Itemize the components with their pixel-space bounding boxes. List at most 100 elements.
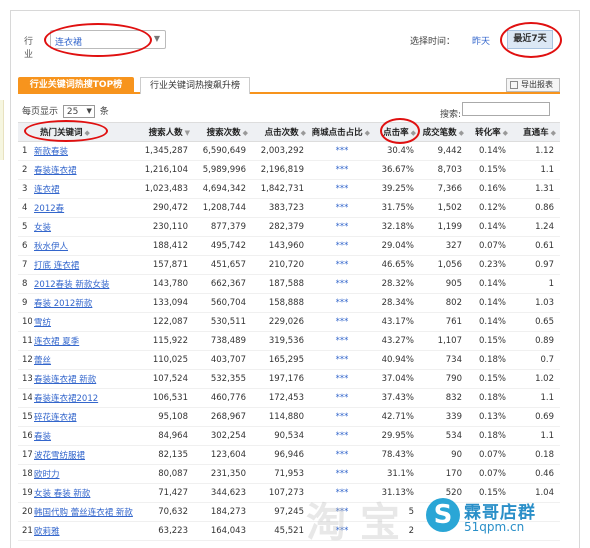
row-keyword-link[interactable]: 2012春装 新款女装 [32, 274, 138, 294]
row-keyword-link[interactable]: 春装连衣裙2012 [32, 388, 138, 408]
row-keyword-link[interactable]: 连衣裙 [32, 179, 138, 199]
col-keyword[interactable]: 热门关键词 ◆ [32, 122, 138, 142]
table-row: 11 连衣裙 夏季 115,922 738,489 319,536 *** 43.27% 1,… [18, 331, 560, 351]
row-click-times: 2,003,292 [252, 141, 310, 161]
row-keyword-link[interactable]: 2012春 [32, 198, 138, 218]
tab-hot-rising[interactable]: 行业关键词热搜飙升榜 [140, 77, 250, 94]
row-index: 3 [18, 179, 32, 199]
table-header-row: 热门关键词 ◆ 搜索人数 ▼ 搜索次数 ◆ 点击次数 ◆ 商城点击占比 ◆ 点击率 ◆ 成交… [18, 122, 560, 142]
industry-select-value: 连衣裙 [55, 38, 83, 48]
row-keyword-link[interactable]: 春装连衣裙 [32, 160, 138, 180]
row-search-people: 106,531 [138, 388, 194, 408]
row-conversion: 0.15% [468, 160, 512, 180]
row-ctr: 36.67% [374, 160, 420, 180]
col-deals[interactable]: 成交笔数 ◆ [420, 122, 468, 142]
col-click-times[interactable]: 点击次数 ◆ [252, 122, 310, 142]
row-search-people: 1,023,483 [138, 179, 194, 199]
row-keyword-link[interactable]: 蕾丝 [32, 350, 138, 370]
row-ctr: 39.25% [374, 179, 420, 199]
export-button[interactable]: 导出报表 [506, 78, 560, 92]
row-conversion: 0.16% [468, 179, 512, 199]
row-keyword-link[interactable]: 女装 [32, 217, 138, 237]
page-size-select[interactable]: 25 ▼ [62, 105, 95, 118]
row-mall-ratio: *** [310, 141, 374, 161]
row-keyword-link[interactable]: 春装连衣裙 新款 [32, 369, 138, 389]
row-index: 7 [18, 255, 32, 275]
table-row: 10 雪纺 122,087 530,511 229,026 *** 43.17% 761 0.1… [18, 312, 560, 332]
row-conversion: 0.23% [468, 255, 512, 275]
row-deals: 9,442 [420, 141, 468, 161]
row-search-people: 143,780 [138, 274, 194, 294]
page-size-control: 每页显示 25 ▼ 条 [22, 104, 109, 118]
row-click-times: 197,176 [252, 369, 310, 389]
chevron-down-icon: ▼ [153, 34, 160, 43]
row-conversion: 0.14% [468, 217, 512, 237]
row-mall-ratio: *** [310, 179, 374, 199]
row-deals: 1,502 [420, 198, 468, 218]
row-search-times: 123,604 [194, 445, 252, 465]
row-keyword-link[interactable]: 碎花连衣裙 [32, 407, 138, 427]
row-index: 4 [18, 198, 32, 218]
col-mall-click-ratio[interactable]: 商城点击占比 ◆ [310, 122, 374, 142]
row-ctr: 37.04% [374, 369, 420, 389]
col-ztc[interactable]: 直通车 ◆ [512, 122, 560, 142]
row-ctr: 29.04% [374, 236, 420, 256]
row-search-people: 115,922 [138, 331, 194, 351]
row-conversion [468, 502, 512, 522]
time-yesterday-link[interactable]: 昨天 [472, 34, 490, 47]
row-search-people: 1,345,287 [138, 141, 194, 161]
row-search-people: 84,964 [138, 426, 194, 446]
row-search-times: 877,379 [194, 217, 252, 237]
row-search-people: 188,412 [138, 236, 194, 256]
tab-hot-top[interactable]: 行业关键词热搜TOP榜 [18, 77, 134, 94]
time-recent-button[interactable]: 最近7天 [507, 30, 553, 49]
row-keyword-link[interactable]: 女装 春装 新款 [32, 483, 138, 503]
table-row: 9 春装 2012新款 133,094 560,704 158,888 *** 28.34%… [18, 293, 560, 313]
row-keyword-link[interactable]: 连衣裙 夏季 [32, 331, 138, 351]
row-ztc: 1 [512, 274, 560, 294]
row-keyword-link[interactable]: 欧莉雅 [32, 521, 138, 541]
row-click-times: 187,588 [252, 274, 310, 294]
row-index: 6 [18, 236, 32, 256]
row-keyword-link[interactable]: 新款春装 [32, 141, 138, 161]
row-keyword-link[interactable]: 秋水伊人 [32, 236, 138, 256]
row-keyword-link[interactable]: 韩国代购 蕾丝连衣裙 新款 [32, 502, 138, 522]
row-ztc: 1.1 [512, 160, 560, 180]
col-conversion[interactable]: 转化率 ◆ [468, 122, 512, 142]
row-ztc: 0.46 [512, 464, 560, 484]
row-index: 19 [18, 483, 32, 503]
row-keyword-link[interactable]: 波花雪纺服裙 [32, 445, 138, 465]
export-icon [510, 81, 518, 89]
col-ctr[interactable]: 点击率 ◆ [374, 122, 420, 142]
row-search-times: 302,254 [194, 426, 252, 446]
row-conversion: 0.18% [468, 388, 512, 408]
row-index: 16 [18, 426, 32, 446]
row-click-times: 383,723 [252, 198, 310, 218]
search-input[interactable] [462, 102, 550, 116]
row-mall-ratio: *** [310, 369, 374, 389]
row-keyword-link[interactable]: 打底 连衣裙 [32, 255, 138, 275]
table-row: 8 2012春装 新款女装 143,780 662,367 187,588 *** 28.3… [18, 274, 560, 294]
table-row: 18 欧时力 80,087 231,350 71,953 *** 31.1% 170 0.07%… [18, 464, 560, 484]
row-deals: 339 [420, 407, 468, 427]
row-keyword-link[interactable]: 欧时力 [32, 464, 138, 484]
table-row: 13 春装连衣裙 新款 107,524 532,355 197,176 *** 37.04%… [18, 369, 560, 389]
row-keyword-link[interactable]: 春装 2012新款 [32, 293, 138, 313]
sort-icon: ◆ [242, 129, 248, 137]
sort-icon: ◆ [550, 129, 556, 137]
row-keyword-link[interactable]: 春装 [32, 426, 138, 446]
industry-select[interactable]: 连衣裙 ▼ [50, 30, 166, 49]
row-conversion: 0.13% [468, 407, 512, 427]
row-ztc: 1.31 [512, 179, 560, 199]
col-search-people[interactable]: 搜索人数 ▼ [138, 122, 194, 142]
row-index: 21 [18, 521, 32, 541]
row-ctr: 46.65% [374, 255, 420, 275]
row-mall-ratio: *** [310, 483, 374, 503]
row-ctr: 30.4% [374, 141, 420, 161]
row-search-times: 662,367 [194, 274, 252, 294]
row-mall-ratio: *** [310, 274, 374, 294]
row-click-times: 319,536 [252, 331, 310, 351]
row-keyword-link[interactable]: 雪纺 [32, 312, 138, 332]
left-accent [0, 100, 4, 160]
col-search-times[interactable]: 搜索次数 ◆ [194, 122, 252, 142]
